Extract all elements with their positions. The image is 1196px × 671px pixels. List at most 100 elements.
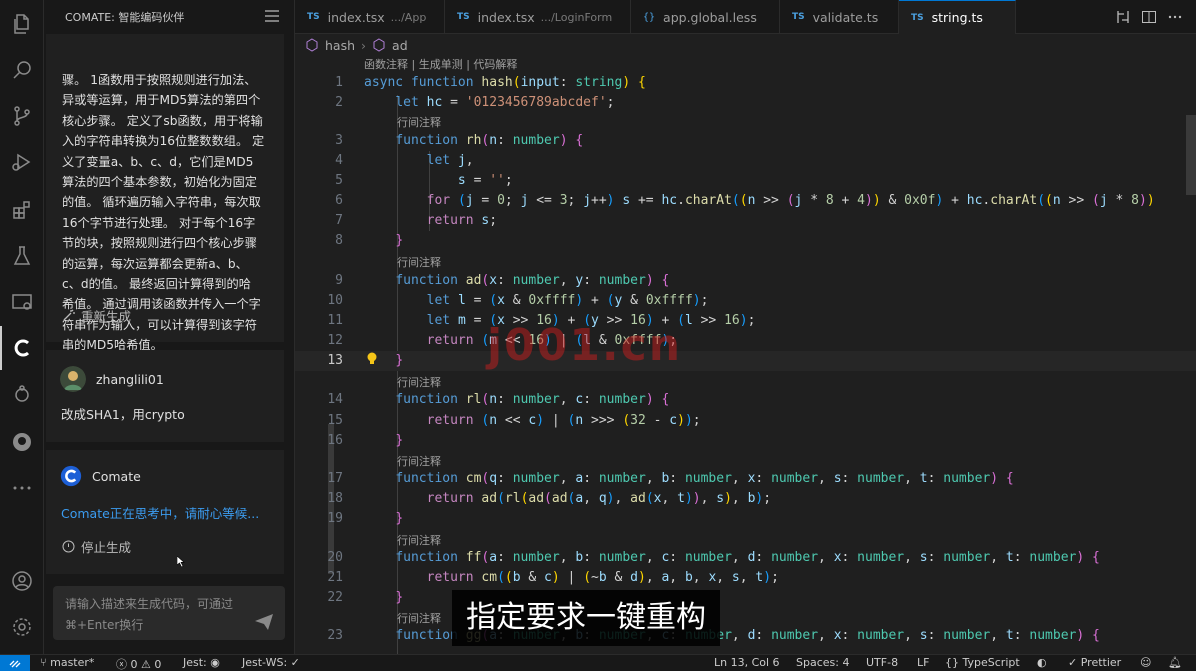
tab-index-app[interactable]: TS index.tsx .../App: [295, 0, 445, 34]
chat-input[interactable]: 请输入描述来生成代码，可通过 ⌘+Enter换行: [53, 586, 285, 640]
code-line: 15 return (n << c) | (n >>> (32 - c));: [295, 411, 1196, 431]
send-icon[interactable]: [255, 614, 273, 630]
line-number: 13: [327, 353, 343, 368]
code-editor[interactable]: 函数注释 | 生成单测 | 代码解释 1 async function hash(…: [295, 55, 1196, 654]
line-number: 6: [335, 193, 343, 208]
code-line: 21 return cm((b & c) | (~b & d), a, b, x…: [295, 568, 1196, 588]
breadcrumb-ad[interactable]: ad: [392, 38, 408, 53]
menu-icon[interactable]: [265, 10, 279, 22]
bell-icon[interactable]: 🔔︎: [1168, 656, 1182, 669]
cursor-position[interactable]: Ln 13, Col 6: [714, 656, 780, 669]
assistant-icon[interactable]: [0, 372, 44, 416]
more-actions-icon[interactable]: [1167, 9, 1183, 25]
line-number: 19: [327, 511, 343, 526]
tab-index-loginform[interactable]: TS index.tsx .../LoginForm: [445, 0, 631, 34]
bot-header: Comate: [60, 465, 141, 487]
comate-icon[interactable]: [0, 326, 44, 370]
code-line: 2 let hc = '0123456789abcdef';: [295, 93, 1196, 113]
source-control-icon[interactable]: [0, 94, 44, 138]
code-text: }: [395, 590, 404, 605]
line-number: 5: [335, 173, 343, 188]
line-number: 20: [327, 550, 343, 565]
lightbulb-icon[interactable]: [366, 352, 378, 366]
ts-file-icon: TS: [307, 12, 320, 22]
tab-validate-ts[interactable]: TS validate.ts: [780, 0, 899, 34]
line-codelens[interactable]: 行间注释: [397, 254, 441, 270]
stop-generate-button[interactable]: 停止生成: [62, 537, 131, 556]
breadcrumb: hash › ad: [305, 35, 408, 55]
search-icon[interactable]: [0, 48, 44, 92]
line-number: 12: [327, 333, 343, 348]
github-icon[interactable]: [0, 420, 44, 464]
code-line: 18 return ad(rl(ad(ad(a, q), ad(x, t)), …: [295, 489, 1196, 509]
answer-line: c、d的值。 最终返回计算得到的哈: [62, 277, 251, 292]
panel-header: COMATE: 智能编码伙伴: [44, 0, 295, 34]
explorer-icon[interactable]: [0, 2, 44, 46]
jest-status[interactable]: Jest: ◉: [183, 656, 220, 669]
extensions-icon[interactable]: [0, 188, 44, 232]
split-editor-icon[interactable]: [1141, 9, 1157, 25]
remote-indicator[interactable]: [0, 655, 30, 671]
answer-line: 节的块，按照规则进行四个核心步骤: [62, 236, 257, 251]
line-codelens[interactable]: 行间注释: [397, 453, 441, 469]
comate-status-icon[interactable]: ◐: [1037, 656, 1047, 669]
code-text: function ff(a: number, b: number, c: num…: [395, 550, 1100, 565]
language-label: TypeScript: [962, 656, 1020, 669]
code-text: function rh(n: number) {: [395, 133, 584, 148]
line-codelens[interactable]: 行间注释: [397, 114, 441, 130]
remote-explorer-icon[interactable]: [0, 280, 44, 324]
regenerate-button[interactable]: 重新生成: [62, 306, 131, 325]
code-text: return cm((b & c) | (~b & d), a, b, x, s…: [426, 570, 779, 585]
line-number: 17: [327, 471, 343, 486]
function-codelens[interactable]: 函数注释 | 生成单测 | 代码解释: [364, 56, 517, 72]
more-icon[interactable]: [0, 466, 44, 510]
tab-app-global-less[interactable]: {} app.global.less: [631, 0, 780, 34]
problems-status[interactable]: ⓧ 0 ⚠ 0: [116, 656, 161, 671]
language-mode[interactable]: {} TypeScript: [945, 656, 1020, 669]
feedback-icon[interactable]: ☺: [1140, 656, 1151, 669]
line-number: 21: [327, 570, 343, 585]
run-debug-icon[interactable]: [0, 140, 44, 184]
branch-icon: ⑂: [40, 656, 51, 669]
code-line: 17 function cm(q: number, a: number, b: …: [295, 469, 1196, 489]
video-caption: 指定要求一键重构: [452, 590, 720, 646]
code-text: s = '';: [457, 173, 513, 188]
compare-changes-icon[interactable]: [1115, 9, 1131, 25]
input-placeholder-line: 请输入描述来生成代码，可通过: [65, 597, 234, 611]
user-header: zhanglili01: [60, 366, 164, 392]
line-number: 14: [327, 392, 343, 407]
jest-ws-status[interactable]: Jest-WS: ✓: [242, 656, 300, 669]
code-text: function cm(q: number, a: number, b: num…: [395, 471, 1014, 486]
code-text: function rl(n: number, c: number) {: [395, 392, 670, 407]
account-icon[interactable]: [0, 559, 44, 603]
indentation[interactable]: Spaces: 4: [796, 656, 849, 669]
editor-scrollbar[interactable]: [1186, 115, 1196, 195]
function-cube-icon: [373, 38, 385, 52]
warning-icon: ⚠: [137, 658, 155, 671]
branch-status[interactable]: ⑂ master*: [40, 656, 94, 669]
tab-string-ts[interactable]: TS string.ts: [899, 0, 1016, 34]
watermark-text: j001.cn: [487, 320, 683, 371]
mouse-cursor-icon: [177, 556, 185, 567]
breadcrumb-hash[interactable]: hash: [325, 38, 355, 53]
user-name: zhanglili01: [96, 371, 164, 387]
encoding[interactable]: UTF-8: [866, 656, 898, 669]
comate-chat-panel: COMATE: 智能编码伙伴 骤。 1函数用于按照规则进行加法、 异或等运算，用…: [44, 0, 334, 654]
line-number: 11: [327, 313, 343, 328]
answer-line: 的运算，每次运算都会更新a、b、: [62, 256, 248, 271]
settings-gear-icon[interactable]: [0, 605, 44, 649]
prettier-status[interactable]: ✓ Prettier: [1068, 656, 1121, 669]
testing-icon[interactable]: [0, 234, 44, 278]
line-codelens[interactable]: 行间注释: [397, 532, 441, 548]
status-bar: ⑂ master* ⓧ 0 ⚠ 0 Jest: ◉ Jest-WS: ✓ Ln …: [0, 654, 1196, 671]
remote-icon: [9, 660, 21, 667]
line-codelens[interactable]: 行间注释: [397, 374, 441, 390]
braces-icon: {}: [945, 656, 963, 669]
branch-name: master*: [50, 656, 95, 669]
code-line: 12 return (m << 16) | (l & 0xffff);: [295, 331, 1196, 351]
code-line: 16 }: [295, 431, 1196, 451]
warning-count: 0: [154, 658, 162, 671]
code-text: }: [395, 233, 404, 248]
line-codelens[interactable]: 行间注释: [397, 610, 441, 626]
end-of-line[interactable]: LF: [917, 656, 929, 669]
